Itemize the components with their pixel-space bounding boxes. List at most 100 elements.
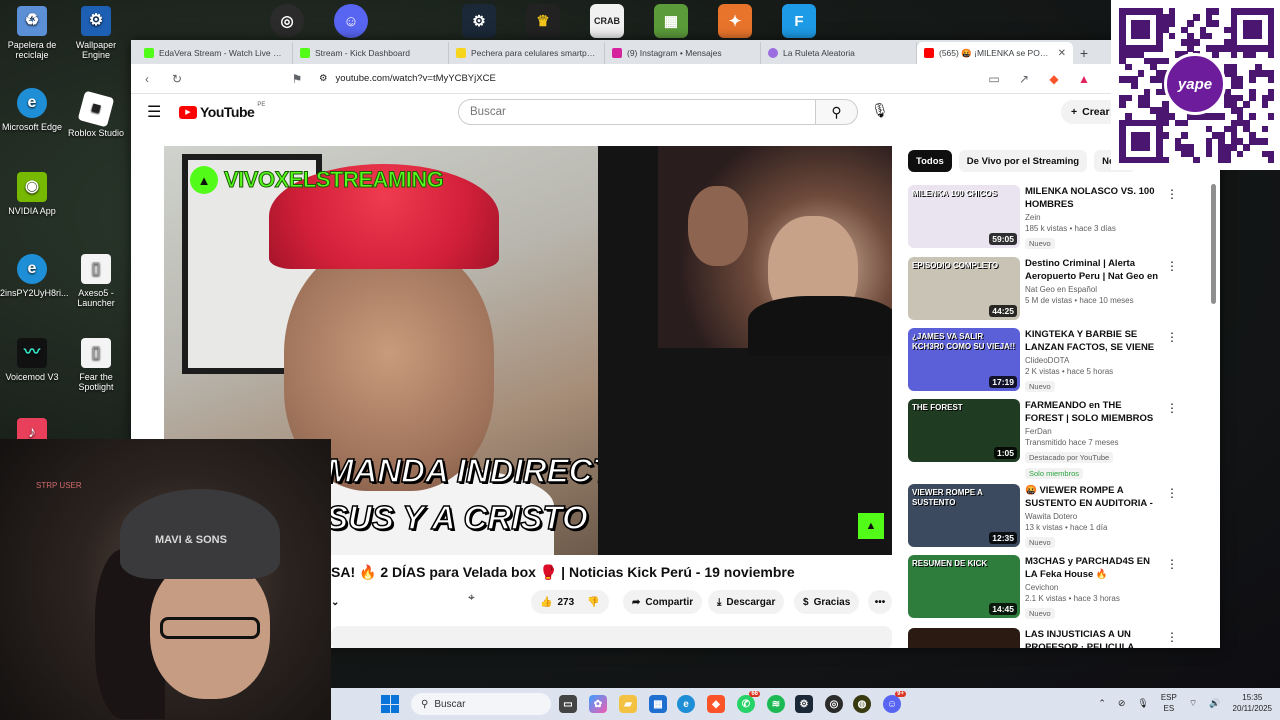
related-video-item[interactable]: VIEWER ROMPE A SUSTENTO 12:35 🤬 VIEWER ROM…: [908, 484, 1178, 548]
video-thumbnail[interactable]: VIEWER ROMPE A SUSTENTO 12:35: [908, 484, 1020, 547]
whatsapp-icon[interactable]: ✆ 66: [737, 691, 760, 713]
desktop-icon-recycle-bin[interactable]: ♻ Papelera de reciclaje: [0, 6, 64, 61]
related-video-title[interactable]: FARMEANDO en THE FOREST | SOLO MIEMBROS: [1025, 399, 1160, 425]
video-thumbnail[interactable]: EPISODIO COMPLETO 44:25: [908, 257, 1020, 320]
more-options-button[interactable]: •••: [868, 590, 892, 614]
chevron-up-icon[interactable]: ⌃: [1098, 698, 1106, 709]
video-thumbnail[interactable]: MILENKA 100 CHICOS 59:05: [908, 185, 1020, 248]
download-button[interactable]: ⤓ Descargar: [708, 590, 785, 614]
channel-name[interactable]: Wawita Dotero: [1025, 512, 1160, 521]
desktop-icon-axeso5[interactable]: ▯ Axeso5 - Launcher: [64, 254, 128, 309]
language-indicator[interactable]: ESP ES: [1161, 692, 1177, 714]
video-thumbnail[interactable]: ¿JAMES VA SALIR KCH3R0 COMO SU VIEJA!! 17…: [908, 328, 1020, 391]
search-icon[interactable]: ⚲: [816, 99, 858, 125]
related-video-title[interactable]: LAS INJUSTICIAS A UN PROFESOR · PELICULA: [1025, 628, 1160, 648]
desktop-icon-wallpaper-engine[interactable]: ⚙ Wallpaper Engine: [64, 6, 128, 61]
related-video-item[interactable]: LAS INJUSTICIAS A UN PROFESOR · PELICULA…: [908, 628, 1178, 648]
tab-youtube-active[interactable]: (565) 🤬 ¡MILENKA se PON... ✕: [917, 42, 1073, 64]
reload-icon[interactable]: ↻: [169, 72, 185, 86]
brave-rewards-icon[interactable]: ▲: [1076, 72, 1092, 86]
spotify-icon[interactable]: ≋: [767, 695, 785, 713]
chip-vivo-streaming[interactable]: De Vivo por el Streaming: [958, 150, 1088, 172]
tab-pechera[interactable]: Pechera para celulares smartphone...: [449, 42, 605, 64]
vertical-ellipsis-icon[interactable]: ⋮: [1166, 259, 1178, 273]
video-thumbnail[interactable]: [908, 628, 1020, 648]
site-info-icon[interactable]: ⚙: [319, 73, 328, 84]
thanks-button[interactable]: $ Gracias: [794, 590, 860, 614]
vertical-ellipsis-icon[interactable]: ⋮: [1166, 330, 1178, 344]
tab-kick-dashboard[interactable]: Stream - Kick Dashboard: [293, 42, 449, 64]
vertical-ellipsis-icon[interactable]: ⋮: [1166, 557, 1178, 571]
copilot-icon[interactable]: ✿: [589, 695, 607, 713]
thumbs-down-icon[interactable]: 👎: [587, 597, 599, 608]
desktop-icon-fear-the-spotlight[interactable]: ▯ Fear the Spotlight: [64, 338, 128, 393]
fortnite-icon[interactable]: F: [782, 4, 816, 38]
related-video-title[interactable]: KINGTEKA Y BARBIE SE LANZAN FACTOS, SE V…: [1025, 328, 1160, 354]
discord-icon[interactable]: ☺ 9+: [883, 691, 906, 713]
taskbar-search[interactable]: ⚲ Buscar: [411, 693, 551, 715]
steam-icon[interactable]: ⚙: [795, 695, 813, 713]
windows-start-icon[interactable]: [381, 695, 399, 713]
vertical-ellipsis-icon[interactable]: ⋮: [1166, 187, 1178, 201]
channel-name[interactable]: Cevichon: [1025, 583, 1160, 592]
desktop-icon-edge[interactable]: e Microsoft Edge: [0, 88, 64, 132]
video-thumbnail[interactable]: RESUMEN DE KICK 14:45: [908, 555, 1020, 618]
cast-icon[interactable]: ▭: [986, 72, 1002, 86]
related-video-title[interactable]: MILENKA NOLASCO VS. 100 HOMBRES: [1025, 185, 1160, 211]
tab-kick-stream[interactable]: EdaVera Stream - Watch Live on Ki...: [137, 42, 293, 64]
like-button[interactable]: 👍 273 👎: [531, 590, 609, 614]
clock[interactable]: 15:35 20/11/2025: [1233, 692, 1272, 714]
brave-shield-icon[interactable]: ◆: [1046, 72, 1062, 86]
tab-instagram[interactable]: (9) Instagram • Mensajes: [605, 42, 761, 64]
more-actions-dropdown[interactable]: ⌄: [331, 590, 339, 614]
related-video-item[interactable]: ¿JAMES VA SALIR KCH3R0 COMO SU VIEJA!! 17…: [908, 328, 1178, 392]
related-video-item[interactable]: MILENKA 100 CHICOS 59:05 MILENKA NOLASCO V…: [908, 185, 1178, 249]
tab-ruleta[interactable]: La Ruleta Aleatoria: [761, 42, 917, 64]
desktop-icon-edge-shortcut[interactable]: e 2insPY2UyH8ri...: [0, 254, 69, 298]
microphone-icon[interactable]: 🎙: [871, 102, 889, 119]
vertical-ellipsis-icon[interactable]: ⋮: [1166, 401, 1178, 415]
crab-game-icon[interactable]: CRAB: [590, 4, 624, 38]
related-video-item[interactable]: THE FOREST 1:05 FARMEANDO en THE FOREST | …: [908, 399, 1178, 479]
new-tab-button[interactable]: +: [1073, 42, 1095, 64]
related-video-item[interactable]: RESUMEN DE KICK 14:45 M3CHAS y PARCHAD4S E…: [908, 555, 1178, 619]
video-thumbnail[interactable]: THE FOREST 1:05: [908, 399, 1020, 462]
close-tab-icon[interactable]: ✕: [1058, 48, 1066, 59]
channel-name[interactable]: ClideoDOTA: [1025, 356, 1160, 365]
url-field[interactable]: ⚙ youtube.com/watch?v=tMyYCBYjXCE: [319, 73, 972, 84]
related-video-item[interactable]: EPISODIO COMPLETO 44:25 Destino Criminal |…: [908, 257, 1178, 321]
minecraft-icon[interactable]: ▦: [654, 4, 688, 38]
chip-all[interactable]: Todos: [908, 150, 952, 172]
wifi-icon[interactable]: ⌔: [1189, 698, 1197, 709]
page-scrollbar[interactable]: [1211, 178, 1218, 648]
description-box[interactable]: [331, 626, 892, 648]
volume-icon[interactable]: 🔊: [1209, 698, 1220, 709]
steam-icon[interactable]: ⚙: [462, 4, 496, 38]
related-video-title[interactable]: 🤬 VIEWER ROMPE A SUSTENTO EN AUDITORIA -…: [1025, 484, 1160, 510]
microphone-icon[interactable]: 🎙: [1137, 698, 1148, 709]
share-icon[interactable]: ↗: [1016, 72, 1032, 86]
related-video-title[interactable]: Destino Criminal | Alerta Aeropuerto Per…: [1025, 257, 1160, 283]
store-icon[interactable]: ▦: [649, 695, 667, 713]
obs-icon[interactable]: ◎: [270, 4, 304, 38]
game-icon[interactable]: ♛: [526, 4, 560, 38]
bookmark-icon[interactable]: ⚑: [289, 72, 305, 86]
vertical-ellipsis-icon[interactable]: ⋮: [1166, 630, 1178, 644]
discord-icon[interactable]: ☺: [334, 4, 368, 38]
file-explorer-icon[interactable]: ▰: [619, 695, 637, 713]
task-view-icon[interactable]: ▭: [559, 695, 577, 713]
channel-name[interactable]: Nat Geo en Español: [1025, 285, 1160, 294]
channel-name[interactable]: FerDan: [1025, 427, 1160, 436]
search-input[interactable]: [458, 99, 816, 125]
share-button[interactable]: ➦ Compartir: [623, 590, 703, 614]
youtube-logo[interactable]: ▶ YouTube PE: [179, 102, 265, 120]
desktop-icon-voicemod[interactable]: 〰 Voicemod V3: [0, 338, 64, 382]
app-icon[interactable]: ◍: [853, 695, 871, 713]
menu-icon[interactable]: ☰: [147, 102, 167, 122]
brave-icon[interactable]: ◆: [707, 695, 725, 713]
counter-strike-icon[interactable]: ✦: [718, 4, 752, 38]
desktop-icon-roblox-studio[interactable]: ■ Roblox Studio: [64, 90, 128, 138]
related-video-title[interactable]: M3CHAS y PARCHAD4S EN LA Feka House 🔥 AN…: [1025, 555, 1160, 581]
edge-icon[interactable]: e: [677, 695, 695, 713]
network-off-icon[interactable]: ⊘: [1118, 698, 1126, 709]
